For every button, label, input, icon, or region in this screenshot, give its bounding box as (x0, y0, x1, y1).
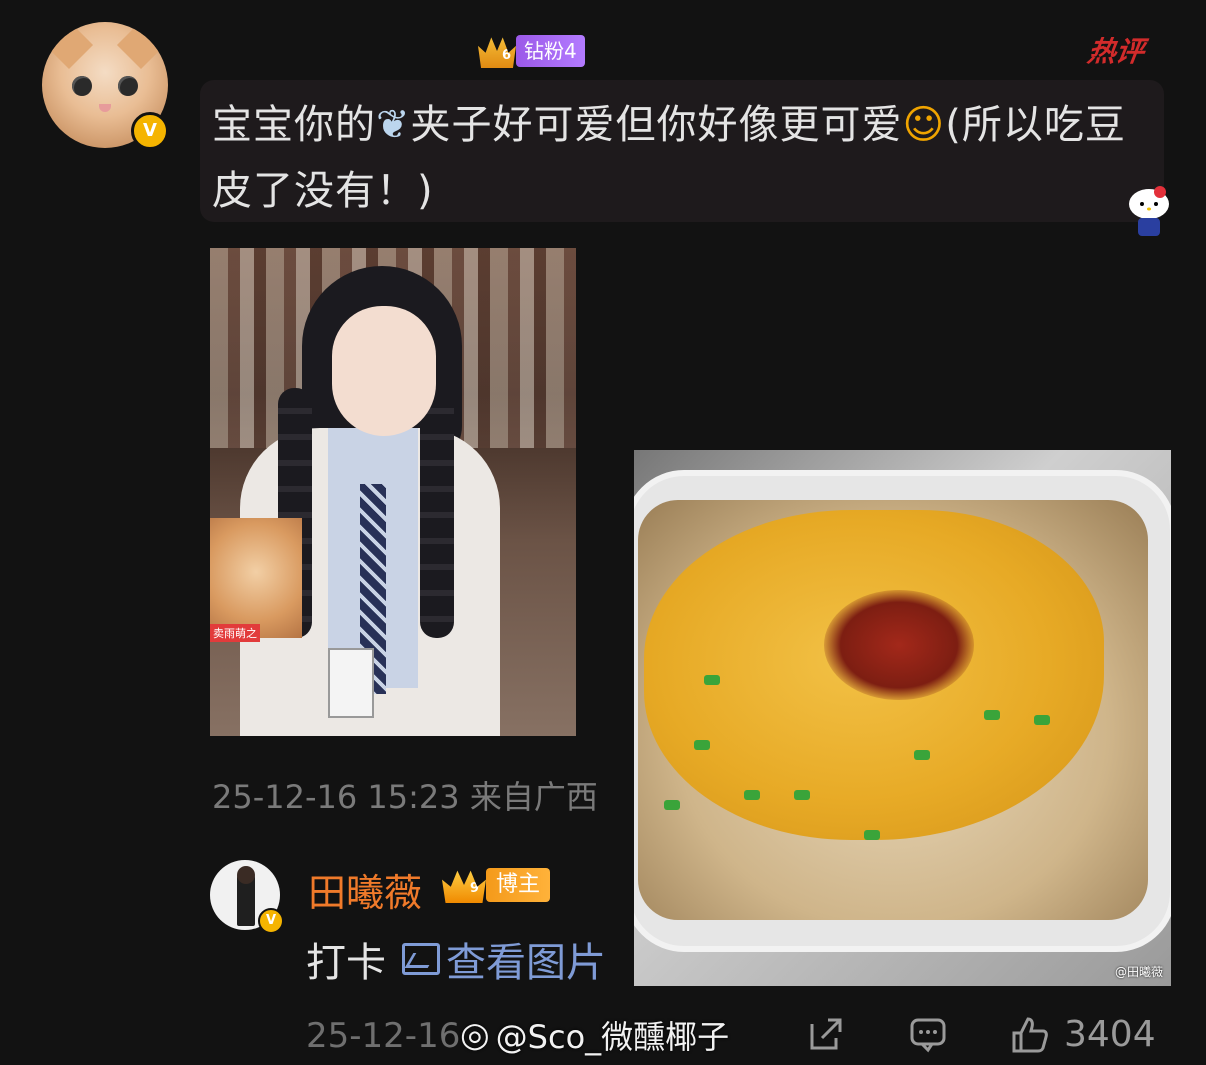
kitten-inset-image (210, 518, 302, 638)
photo-caption: 卖雨萌之 (210, 624, 260, 642)
crown-icon: 6 (478, 37, 516, 68)
blogger-badge-label: 博主 (486, 868, 551, 902)
weibo-comment-screen: V 6 钻粉4 热评 宝宝你的❦夹子好可爱但你好像更可爱☺(所以吃豆皮了没有！)… (0, 0, 1206, 1065)
weibo-logo-icon: ◎ (460, 1015, 490, 1055)
view-image-link[interactable]: 查看图片 (402, 930, 606, 988)
reply-content: 打卡 查看图片 (306, 930, 606, 988)
reply-text: 打卡 (306, 940, 386, 986)
hot-comment-tag: 热评 (1085, 35, 1147, 68)
like-button[interactable]: 3404 (1010, 1014, 1156, 1055)
picture-icon (402, 943, 440, 975)
photo-watermark: @田曦薇 (1114, 965, 1163, 979)
reply-verified-icon: V (258, 908, 284, 934)
crown-icon: 9 (442, 870, 486, 903)
comment-button[interactable] (908, 1014, 948, 1063)
comment-photo[interactable]: 卖雨萌之 (210, 248, 576, 736)
thumbs-up-icon (1012, 1016, 1048, 1052)
weibo-watermark: ◎ @Sco_微醺椰子 (460, 1015, 730, 1056)
verified-icon: V (131, 112, 169, 150)
hello-kitty-decoration-icon (1129, 186, 1169, 236)
angel-wing-icon: ❦ (376, 102, 411, 148)
blogger-badge[interactable]: 9 博主 (442, 866, 551, 904)
like-count: 3404 (1064, 1014, 1156, 1055)
comment-text[interactable]: 宝宝你的❦夹子好可爱但你好像更可爱☺(所以吃豆皮了没有！) (212, 92, 1132, 224)
comment-icon (910, 1018, 946, 1053)
reply-author-name[interactable]: 田曦薇 (308, 862, 422, 917)
share-button[interactable] (806, 1014, 846, 1063)
reply-photo[interactable]: @田曦薇 (634, 450, 1171, 986)
reply-timestamp: 25-12-16 (306, 1016, 461, 1056)
fan-badge-label: 钻粉4 (516, 35, 585, 67)
smiling-face-hearts-icon: ☺ (902, 102, 946, 148)
fan-badge[interactable]: 6 钻粉4 (478, 34, 585, 68)
comment-timestamp: 25-12-16 15:23 来自广西 (212, 778, 598, 816)
share-icon (810, 1018, 842, 1050)
